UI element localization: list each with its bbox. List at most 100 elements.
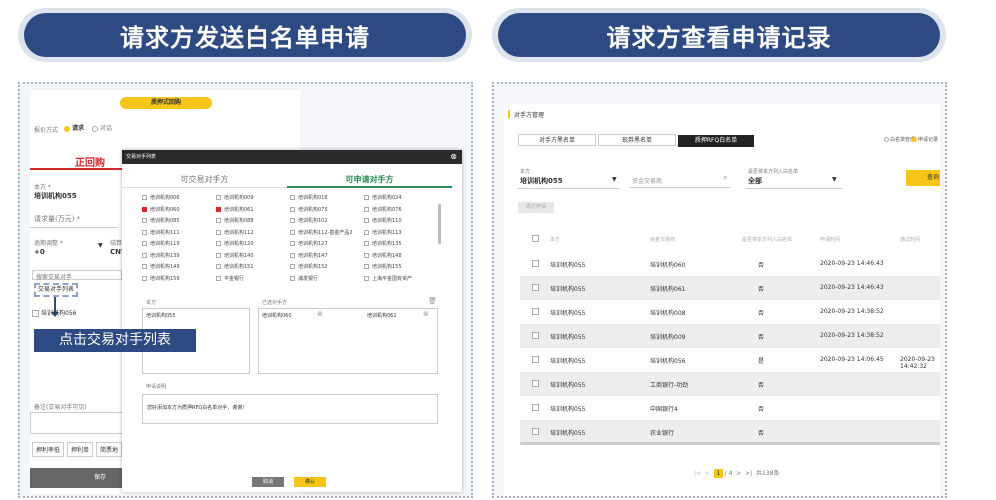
counterparty-option[interactable]: 浦发银行 [290,275,318,282]
table-row[interactable]: 培训机构055 培训机构008 否 2020-09-23 14:38:52 [520,300,940,324]
counterparty-option[interactable]: 培训机构024 [364,194,402,201]
checkbox-icon [142,241,147,246]
radio-reply[interactable]: 对话 [92,123,112,132]
search-icon[interactable]: ⌕ [723,173,728,183]
table-row[interactable]: 培训机构055 培训机构009 否 2020-09-23 14:38:52 [520,324,940,348]
grid-scrollbar[interactable] [438,204,441,244]
table-row[interactable]: 培训机构055 农业银行 否 [520,420,940,444]
row-checkbox[interactable] [532,284,539,291]
counterparty-option[interactable]: 培训机构088 [216,217,254,224]
counterparty-option[interactable]: 培训机构149 [142,263,180,270]
counterparty-option[interactable]: 培训机构155 [364,263,402,270]
tab-bar: 对手方黑名单 现券黑名单 质押RFQ白名单 [518,134,754,147]
counterparty-option[interactable]: 培训机构127 [290,240,328,247]
footer-button-row: 押利率低 押利单 简票地 [32,442,123,457]
counterparty-option[interactable]: 培训机构151 [216,263,254,270]
section-accent-bar [508,110,510,118]
counterparty-option[interactable]: 培训机构159 [142,275,180,282]
counterparty-option[interactable]: 培训机构148 [364,252,402,259]
table-scrollbar[interactable] [520,442,940,445]
table-row[interactable]: 培训机构055 培训机构060 否 2020-09-23 14:46:43 [520,252,940,276]
counterparty-option-label: 培训机构102 [298,218,328,224]
term-dropdown-icon[interactable]: ▼ [98,242,103,249]
tab-bond-blacklist[interactable]: 现券黑名单 [598,134,676,146]
batch-apply-button[interactable]: 再次申请 [518,202,554,213]
last-page-icon[interactable]: >| [745,470,752,477]
counterparty-option[interactable]: 上海平金国有资产 [364,275,412,282]
tab-rfq-whitelist[interactable]: 质押RFQ白名单 [678,135,754,147]
counterparty-option[interactable]: 培训机构140 [216,252,254,259]
counterparty-option[interactable]: 培训机构152 [290,263,328,270]
table-row[interactable]: 培训机构055 培训机构056 是 2020-09-23 14:06:45 2020-0… [520,348,940,372]
row-checkbox[interactable] [532,380,539,387]
tab-apply[interactable]: 可申请对手方 [287,174,452,188]
counterparty-option[interactable]: 培训机构009 [216,194,254,201]
counterparty-option[interactable]: 培训机构112-基金产品2 [290,229,353,236]
counterparty-option[interactable]: 培训机构006 [142,194,180,201]
query-button[interactable]: 查询 [906,170,940,186]
cell-counterparty: 培训机构056 [650,358,686,365]
counterparty-option[interactable]: 平金银行 [216,275,244,282]
filter-party-dropdown-icon[interactable]: ▼ [612,176,617,183]
counterparty-option[interactable]: 培训机构060 [142,206,180,213]
footer-button-1[interactable]: 押利率低 [32,442,65,457]
right-screenshot-frame: 对手方管理 对手方黑名单 现券黑名单 质押RFQ白名单 白名单管理 申请记录 本方 … [492,82,947,498]
counterparty-option[interactable]: 培训机构120 [216,240,254,247]
counterparty-option[interactable]: 培训机构139 [142,252,180,259]
counterparty-option[interactable]: 培训机构102 [290,217,328,224]
counterparty-option[interactable]: 培训机构110 [364,217,402,224]
radio-records-label: 申请记录 [918,137,939,143]
current-page[interactable]: 1 [713,469,723,478]
first-page-icon[interactable]: |< [694,470,701,477]
row-checkbox[interactable] [532,308,539,315]
radio-request[interactable]: 请求 [64,123,84,132]
checkbox-icon [364,229,369,235]
counterparty-option[interactable]: 培训机构135 [364,240,402,247]
repo-type-button[interactable]: 质押式回购 [120,97,212,109]
counterparty-list-button[interactable]: 交易对手列表 [34,283,78,297]
row-checkbox[interactable] [532,356,539,363]
counterparty-option[interactable]: 培训机构061 [216,206,254,213]
counterparty-option[interactable]: 培训机构113 [364,229,402,236]
table-row[interactable]: 培训机构055 工商银行-功劲 否 [520,372,940,396]
counterparty-option[interactable]: 培训机构075 [290,206,328,213]
filter-status-dropdown-icon[interactable]: ▼ [832,176,837,183]
counterparty-checkbox-item[interactable]: 培训机构056 [32,308,76,317]
next-page-icon[interactable]: > [736,470,741,477]
row-checkbox[interactable] [532,428,539,435]
table-row[interactable]: 培训机构055 中国银行4 否 [520,396,940,420]
counterparty-option[interactable]: 培训机构147 [290,252,328,259]
counterparty-option-label: 培训机构140 [224,252,254,259]
radio-whitelist[interactable]: 白名单管理 [884,136,915,143]
radio-off-icon [884,137,889,142]
row-checkbox[interactable] [532,404,539,411]
row-checkbox[interactable] [532,260,539,267]
counterparty-option[interactable]: 培训机构085 [142,217,180,224]
tab-tradable[interactable]: 可交易对手方 [122,174,287,188]
counterparty-option-label: 培训机构088 [224,218,254,224]
row-checkbox[interactable] [532,332,539,339]
table-row[interactable]: 培训机构055 培训机构061 否 2020-09-23 14:46:43 [520,276,940,300]
footer-button-3[interactable]: 简票地 [96,442,123,457]
counterparty-option[interactable]: 培训机构111 [142,229,180,236]
note-input[interactable]: 您好添加本方为质押RFQ白名单对手，谢谢! [142,394,438,424]
radio-records[interactable]: 申请记录 [912,136,938,143]
counterparty-option[interactable]: 培训机构119 [142,240,180,247]
counterparty-option[interactable]: 培训机构018 [290,194,328,201]
cancel-button[interactable]: 取消 [252,477,284,487]
amount-input[interactable]: 请求量(万元) * [30,208,118,228]
remove-selected-1-icon[interactable]: ⊗ [317,310,323,318]
trash-icon[interactable]: 🗑 [428,297,437,305]
counterparty-option[interactable]: 培训机构112 [216,229,254,236]
confirm-button[interactable]: 确认 [294,477,326,487]
total-pages: / 4 [724,470,733,477]
remove-selected-2-icon[interactable]: ⊗ [423,310,429,318]
prev-page-icon[interactable]: < [705,470,710,477]
select-all-checkbox[interactable] [532,235,539,242]
counterparty-option[interactable]: 培训机构076 [364,206,402,213]
search-counterparty-input[interactable]: 搜索交易对手 [32,270,122,281]
footer-button-2[interactable]: 押利单 [67,442,94,457]
close-icon[interactable]: ⊗ [450,150,457,164]
tab-blacklist[interactable]: 对手方黑名单 [518,134,596,146]
filter-counterparty-input[interactable]: 资金交易商 ⌕ [630,172,730,188]
